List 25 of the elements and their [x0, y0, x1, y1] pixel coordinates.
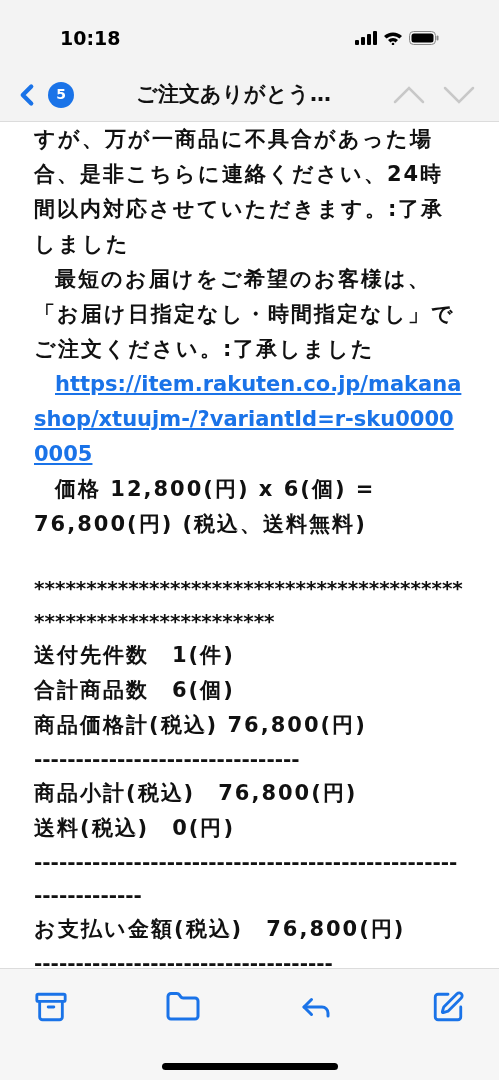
- email-text: 価格 12,800(円) x 6(個) = 76,800(円) (税込、送料無料): [34, 476, 377, 538]
- compose-button[interactable]: [431, 990, 465, 1024]
- separator-text: ****************************************************************: [34, 575, 464, 635]
- separator-text: ----------------------------------------------------------------: [34, 849, 459, 909]
- email-text: 商品価格計(税込) 76,800(円): [34, 712, 368, 739]
- signal-icon: [355, 31, 377, 45]
- status-time: 10:18: [60, 25, 121, 51]
- product-link[interactable]: https://item.rakuten.co.jp/makanashop/xtuujm-/?variantId=r-sku00000005: [34, 367, 465, 472]
- email-text: 送付先件数 1(件): [34, 642, 236, 669]
- battery-icon: [409, 31, 439, 45]
- wifi-icon: [383, 31, 403, 45]
- email-text: すが、万が一商品に不具合があった場合、是非こちらに連絡ください、24時間以内対応させていただきます。:了承しました: [34, 126, 446, 258]
- chevron-down-icon: [443, 85, 475, 104]
- separator-text: --------------------------------: [34, 746, 301, 773]
- back-button[interactable]: 5: [10, 77, 74, 112]
- unread-count-badge: 5: [48, 81, 74, 108]
- email-text: 商品小計(税込) 76,800(円): [34, 780, 359, 807]
- chevron-up-icon: [393, 85, 425, 104]
- separator-text: ------------------------------------: [34, 950, 334, 968]
- email-text: 送料(税込) 0(円): [34, 815, 236, 842]
- email-text: 合計商品数 6(個): [34, 677, 236, 704]
- email-text: お支払い金額(税込) 76,800(円): [34, 916, 407, 943]
- email-text: 最短のお届けをご希望のお客様は、「お届け日指定なし・時間指定なし」でご注文ください。:了承しました: [34, 266, 456, 363]
- email-subject-title: ご注文ありがとう…: [135, 80, 332, 108]
- archive-button[interactable]: [34, 990, 68, 1024]
